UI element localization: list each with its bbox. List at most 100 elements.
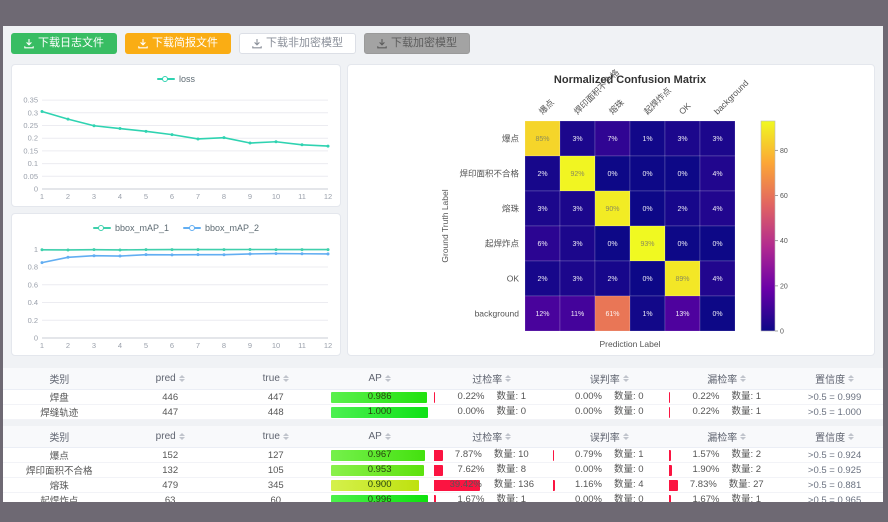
svg-text:10: 10 <box>272 192 280 201</box>
class-label: 焊印面积不合格 <box>3 463 116 478</box>
legend-label: bbox_mAP_1 <box>115 223 169 233</box>
svg-text:11%: 11% <box>571 311 585 318</box>
column-header-置信度[interactable]: 置信度 <box>786 426 883 448</box>
svg-text:12: 12 <box>324 192 332 201</box>
column-header-过检率[interactable]: 过检率 <box>432 368 551 390</box>
column-header-AP[interactable]: AP <box>327 368 433 390</box>
svg-text:焊印面积不合格: 焊印面积不合格 <box>459 169 519 179</box>
svg-text:6: 6 <box>170 192 174 201</box>
rate-cell: 0.00%数量: 0 <box>553 391 665 403</box>
rate-percent: 7.62% <box>458 464 485 476</box>
column-header-AP[interactable]: AP <box>327 426 433 448</box>
confidence-value: >0.5 = 0.881 <box>786 478 883 493</box>
sort-icon[interactable] <box>385 433 391 440</box>
ap-value: 0.967 <box>331 449 429 461</box>
column-header-true[interactable]: true <box>225 426 327 448</box>
rate-percent: 1.16% <box>575 479 602 491</box>
map-chart-legend: bbox_mAP_1 bbox_mAP_2 <box>12 214 340 238</box>
download-unencrypted-model-button[interactable]: 下载非加密模型 <box>239 33 356 54</box>
column-header-true[interactable]: true <box>225 368 327 390</box>
svg-text:7: 7 <box>196 192 200 201</box>
rate-cell: 1.90%数量: 2 <box>669 464 784 476</box>
class-label: 焊盘 <box>3 390 116 405</box>
sort-icon[interactable] <box>740 433 746 440</box>
svg-text:8: 8 <box>222 341 226 350</box>
rate-percent: 0.22% <box>693 406 720 418</box>
svg-text:3%: 3% <box>537 206 547 213</box>
sort-icon[interactable] <box>740 375 746 382</box>
sort-icon[interactable] <box>283 433 289 440</box>
rate-percent: 0.00% <box>458 406 485 418</box>
metrics-table-group-1: 类别predtrueAP过检率误判率漏检率置信度焊盘4464470.9860.2… <box>3 368 883 420</box>
ap-cell: 0.986 <box>331 391 429 403</box>
sort-icon[interactable] <box>283 375 289 382</box>
column-header-置信度[interactable]: 置信度 <box>786 368 883 390</box>
column-header-漏检率[interactable]: 漏检率 <box>667 426 786 448</box>
download-icon <box>252 39 262 49</box>
sort-icon[interactable] <box>179 375 185 382</box>
column-header-pred[interactable]: pred <box>116 368 225 390</box>
confidence-value: >0.5 = 0.965 <box>786 493 883 503</box>
svg-text:2%: 2% <box>537 171 547 178</box>
sort-icon[interactable] <box>385 375 391 382</box>
svg-text:93%: 93% <box>640 241 654 248</box>
sort-icon[interactable] <box>848 433 854 440</box>
legend-item-bbox_mAP_1[interactable]: bbox_mAP_1 <box>93 223 169 233</box>
svg-text:4%: 4% <box>712 276 722 283</box>
column-header-误判率[interactable]: 误判率 <box>551 368 667 390</box>
rate-cell: 0.00%数量: 0 <box>553 464 665 476</box>
sort-icon[interactable] <box>848 375 854 382</box>
svg-text:0%: 0% <box>607 241 617 248</box>
pred-count: 446 <box>116 390 225 405</box>
column-header-误判率[interactable]: 误判率 <box>551 426 667 448</box>
sort-icon[interactable] <box>179 433 185 440</box>
download-encrypted-model-button[interactable]: 下载加密模型 <box>364 33 470 54</box>
download-report-button[interactable]: 下载简报文件 <box>125 33 231 54</box>
svg-text:85%: 85% <box>535 136 549 143</box>
svg-text:0.1: 0.1 <box>28 159 38 168</box>
true-count: 345 <box>225 478 327 493</box>
svg-text:0.3: 0.3 <box>28 108 38 117</box>
svg-text:1: 1 <box>40 341 44 350</box>
true-count: 447 <box>225 390 327 405</box>
svg-text:10: 10 <box>272 341 280 350</box>
rate-cell: 7.87%数量: 10 <box>434 449 549 461</box>
svg-text:Ground Truth Label: Ground Truth Label <box>440 189 450 262</box>
sort-icon[interactable] <box>623 433 629 440</box>
svg-text:0%: 0% <box>712 311 722 318</box>
sort-icon[interactable] <box>505 433 511 440</box>
charts-row: loss 00.050.10.150.20.250.30.35123456789… <box>11 64 875 356</box>
table-row: 起焊炸点63600.9961.67%数量: 10.00%数量: 01.67%数量… <box>3 493 883 503</box>
svg-text:5: 5 <box>144 192 148 201</box>
rate-percent: 0.00% <box>575 494 602 502</box>
column-header-label: 类别 <box>49 429 69 444</box>
column-header-过检率[interactable]: 过检率 <box>432 426 551 448</box>
column-header-label: 漏检率 <box>707 429 737 444</box>
true-count: 60 <box>225 493 327 503</box>
svg-text:2%: 2% <box>537 276 547 283</box>
legend-item-loss[interactable]: loss <box>157 74 195 84</box>
svg-text:6: 6 <box>170 341 174 350</box>
column-header-pred[interactable]: pred <box>116 426 225 448</box>
column-header-label: AP <box>368 431 381 442</box>
legend-item-bbox_mAP_2[interactable]: bbox_mAP_2 <box>183 223 259 233</box>
svg-text:4%: 4% <box>712 206 722 213</box>
svg-text:3: 3 <box>92 192 96 201</box>
column-header-label: 过检率 <box>472 371 502 386</box>
class-label: 焊缝轨迹 <box>3 405 116 420</box>
column-header-漏检率[interactable]: 漏检率 <box>667 368 786 390</box>
download-icon <box>377 39 387 49</box>
svg-text:92%: 92% <box>570 171 584 178</box>
rate-percent: 0.79% <box>575 449 602 461</box>
download-log-button[interactable]: 下载日志文件 <box>11 33 117 54</box>
svg-text:3%: 3% <box>572 241 582 248</box>
sort-icon[interactable] <box>505 375 511 382</box>
rate-percent: 0.22% <box>693 391 720 403</box>
svg-text:0.4: 0.4 <box>28 298 38 307</box>
download-icon <box>24 39 34 49</box>
rate-count: 数量: 0 <box>614 406 644 418</box>
sort-icon[interactable] <box>623 375 629 382</box>
svg-text:OK: OK <box>677 100 693 116</box>
svg-text:0.15: 0.15 <box>23 146 38 155</box>
toolbar: 下载日志文件 下载简报文件 下载非加密模型 下载加密模型 <box>11 33 883 54</box>
